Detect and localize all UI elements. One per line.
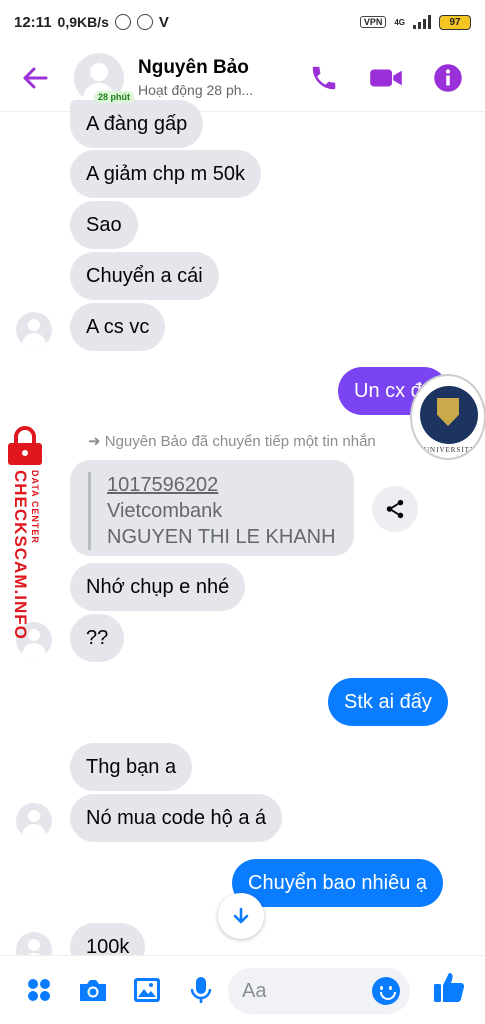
- emoji-icon[interactable]: [372, 977, 400, 1005]
- arrow-down-icon: [233, 907, 249, 924]
- contact-status: Hoạt động 28 ph...: [138, 82, 254, 98]
- forward-note: ➜ Nguyên Bảo đã chuyển tiếp một tin nhắn: [88, 433, 376, 450]
- message-bubble-incoming[interactable]: Thg bạn a: [70, 743, 193, 791]
- info-icon[interactable]: [433, 63, 463, 93]
- watermark-sub-text: DATA CENTER: [30, 470, 40, 544]
- image-icon: [134, 978, 160, 1002]
- message-input-placeholder: Aa: [242, 979, 267, 1002]
- status-bar: 12:11 0,9KB/s V VPN 4G 97: [0, 0, 485, 44]
- camera-button[interactable]: [78, 975, 108, 1005]
- signal-icon: [413, 15, 431, 29]
- thumbs-up-icon[interactable]: [432, 970, 466, 1004]
- seal-text: UNIVERSITY: [424, 446, 476, 454]
- message-bubble-incoming[interactable]: A đàng gấp: [70, 100, 204, 148]
- vivaldi-icon: V: [158, 13, 169, 31]
- lock-icon: [8, 426, 42, 465]
- contact-name[interactable]: Nguyên Bảo: [138, 57, 278, 79]
- bank-name: Vietcombank: [107, 500, 223, 522]
- message-bubble-incoming[interactable]: Nhớ chụp e nhé: [70, 563, 246, 611]
- network-type: 4G: [394, 17, 405, 27]
- status-speed: 0,9KB/s: [57, 14, 109, 30]
- messenger-notification-icon: [114, 14, 131, 30]
- more-options-button[interactable]: [24, 975, 54, 1005]
- message-bubble-outgoing[interactable]: Chuyển bao nhiêu ạ: [232, 859, 444, 907]
- seal-emblem: [420, 386, 478, 444]
- message-bubble-incoming[interactable]: Sao: [70, 201, 138, 249]
- scroll-to-bottom-button[interactable]: [218, 893, 264, 939]
- voice-button[interactable]: [186, 975, 216, 1005]
- forward-arrow-icon: ➜: [88, 433, 105, 450]
- active-time-badge: 28 phút: [94, 90, 135, 103]
- message-bubble-incoming[interactable]: Nó mua code hộ a á: [70, 794, 283, 842]
- message-bubble-incoming[interactable]: A giảm chp m 50k: [70, 150, 261, 198]
- sender-avatar[interactable]: [16, 312, 52, 348]
- back-arrow-icon: [23, 67, 48, 88]
- back-button[interactable]: [14, 57, 56, 99]
- status-time: 12:11: [14, 13, 52, 31]
- message-bubble-incoming[interactable]: ??: [70, 614, 125, 662]
- checkscam-watermark: CHECKSCAM.INFO DATA CENTER: [2, 418, 52, 658]
- gallery-button[interactable]: [132, 975, 162, 1005]
- message-bubble-incoming[interactable]: A cs vc: [70, 303, 166, 351]
- share-button[interactable]: [372, 486, 418, 532]
- message-bubble-incoming[interactable]: Chuyển a cái: [70, 252, 219, 300]
- message-bubble-outgoing[interactable]: Stk ai đấy: [328, 678, 448, 726]
- messenger-notification-icon: [136, 14, 153, 30]
- battery-icon: 97: [439, 14, 471, 30]
- share-icon: [386, 499, 404, 519]
- watermark-main-text: CHECKSCAM.INFO: [11, 470, 30, 640]
- microphone-icon: [190, 977, 212, 1003]
- message-input[interactable]: Aa: [228, 968, 410, 1014]
- vpn-badge: VPN: [359, 16, 387, 28]
- grid-dots-icon: [28, 979, 50, 1001]
- account-holder: NGUYEN THI LE KHANH: [107, 526, 336, 548]
- video-call-icon[interactable]: [369, 63, 403, 93]
- sender-avatar[interactable]: [16, 803, 52, 839]
- camera-icon: [80, 980, 106, 1001]
- university-seal-watermark: UNIVERSITY: [410, 374, 485, 460]
- contact-avatar[interactable]: 28 phút: [74, 52, 135, 103]
- phone-call-icon[interactable]: [309, 63, 339, 93]
- forwarded-message-bubble[interactable]: 1017596202 Vietcombank NGUYEN THI LE KHA…: [70, 460, 354, 556]
- message-composer: Aa: [0, 955, 485, 1024]
- account-number[interactable]: 1017596202: [107, 472, 338, 498]
